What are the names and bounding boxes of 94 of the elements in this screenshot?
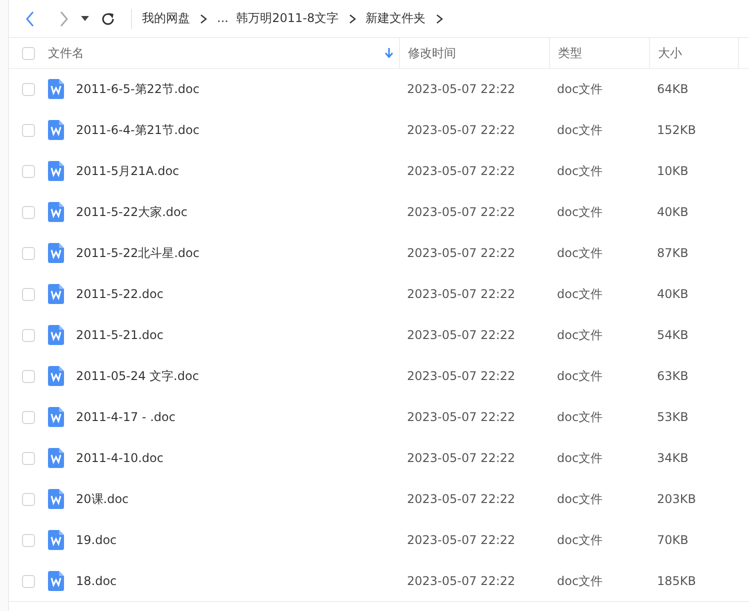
file-size: 203KB <box>657 492 696 506</box>
file-type: doc文件 <box>557 408 603 426</box>
checkbox[interactable] <box>22 328 35 342</box>
word-document-icon <box>48 120 64 140</box>
checkbox[interactable] <box>22 370 35 382</box>
modified-time: 2023-05-07 22:22 <box>407 82 516 96</box>
word-document-icon <box>48 325 64 345</box>
column-header[interactable]: 大小 <box>658 44 682 62</box>
checkbox[interactable] <box>22 574 35 588</box>
word-document-icon <box>48 202 64 222</box>
file-type: doc文件 <box>557 122 603 138</box>
file-name[interactable]: 2011-5-22大家.doc <box>76 204 188 220</box>
word-document-icon <box>48 79 64 99</box>
column-header[interactable]: 类型 <box>558 44 582 62</box>
checkbox[interactable] <box>22 410 35 424</box>
checkbox[interactable] <box>22 82 35 96</box>
modified-time: 2023-05-07 22:22 <box>407 123 516 137</box>
checkbox[interactable] <box>22 124 35 136</box>
modified-time: 2023-05-07 22:22 <box>407 451 516 465</box>
word-document-icon <box>48 571 64 591</box>
modified-time: 2023-05-07 22:22 <box>407 328 516 342</box>
checkbox[interactable] <box>22 246 35 260</box>
file-name[interactable]: 20课.doc <box>76 490 129 508</box>
chevron-icon[interactable] <box>200 14 207 24</box>
word-document-icon <box>48 366 64 386</box>
forward-icon[interactable] <box>59 10 69 26</box>
file-type: doc文件 <box>557 326 603 344</box>
checkbox[interactable] <box>22 46 35 60</box>
file-name[interactable]: 18.doc <box>76 574 117 588</box>
file-size: 34KB <box>657 451 688 465</box>
file-name[interactable]: 2011-4-17 - .doc <box>76 410 176 424</box>
sort-down-icon[interactable] <box>385 48 393 58</box>
file-type: doc文件 <box>557 572 603 590</box>
back-icon[interactable] <box>25 10 35 26</box>
modified-time: 2023-05-07 22:22 <box>407 574 516 588</box>
word-document-icon <box>48 530 64 550</box>
file-name[interactable]: 2011-5月21A.doc <box>76 162 180 180</box>
file-name[interactable]: 2011-6-5-第22节.doc <box>76 80 200 98</box>
file-name[interactable]: 2011-5-22.doc <box>76 287 164 301</box>
modified-time: 2023-05-07 22:22 <box>407 369 516 383</box>
file-name[interactable]: 2011-05-24 文字.doc <box>76 368 199 384</box>
modified-time: 2023-05-07 22:22 <box>407 246 516 260</box>
file-type: doc文件 <box>557 244 603 262</box>
modified-time: 2023-05-07 22:22 <box>407 287 516 301</box>
breadcrumb-item[interactable]: 新建文件夹 <box>366 10 426 27</box>
checkbox[interactable] <box>22 288 35 300</box>
file-type: doc文件 <box>557 162 603 180</box>
file-type: doc文件 <box>557 532 603 548</box>
breadcrumb-item[interactable]: ... 韩万明2011-8文字 <box>217 10 339 27</box>
file-type: doc文件 <box>557 204 603 220</box>
word-document-icon <box>48 284 64 304</box>
word-document-icon <box>48 243 64 263</box>
checkbox[interactable] <box>22 206 35 218</box>
word-document-icon <box>48 407 64 427</box>
file-size: 40KB <box>657 287 688 301</box>
breadcrumb-item[interactable]: 我的网盘 <box>142 10 190 27</box>
word-document-icon <box>48 489 64 509</box>
file-name[interactable]: 2011-6-4-第21节.doc <box>76 122 200 138</box>
file-type: doc文件 <box>557 80 603 98</box>
refresh-icon[interactable] <box>101 12 115 26</box>
file-name[interactable]: 2011-5-21.doc <box>76 328 164 342</box>
dropdown-icon[interactable] <box>81 16 89 22</box>
chevron-icon[interactable] <box>436 14 443 24</box>
file-size: 152KB <box>657 123 696 137</box>
checkbox[interactable] <box>22 534 35 546</box>
file-size: 70KB <box>657 533 688 547</box>
file-size: 87KB <box>657 246 688 260</box>
file-name[interactable]: 19.doc <box>76 533 117 547</box>
modified-time: 2023-05-07 22:22 <box>407 164 516 178</box>
file-type: doc文件 <box>557 368 603 384</box>
file-type: doc文件 <box>557 286 603 302</box>
checkbox[interactable] <box>22 164 35 178</box>
file-size: 40KB <box>657 205 688 219</box>
modified-time: 2023-05-07 22:22 <box>407 492 516 506</box>
checkbox[interactable] <box>22 492 35 506</box>
word-document-icon <box>48 448 64 468</box>
chevron-icon[interactable] <box>348 14 356 24</box>
modified-time: 2023-05-07 22:22 <box>407 533 516 547</box>
file-type: doc文件 <box>557 450 603 466</box>
file-size: 185KB <box>657 574 696 588</box>
checkbox[interactable] <box>22 452 35 464</box>
file-type: doc文件 <box>557 490 603 508</box>
file-name[interactable]: 2011-4-10.doc <box>76 451 164 465</box>
file-size: 63KB <box>657 369 688 383</box>
column-header[interactable]: 修改时间 <box>408 44 456 62</box>
file-name[interactable]: 2011-5-22北斗星.doc <box>76 244 200 262</box>
modified-time: 2023-05-07 22:22 <box>407 410 516 424</box>
file-size: 53KB <box>657 410 688 424</box>
file-size: 64KB <box>657 82 688 96</box>
column-header[interactable]: 文件名 <box>48 44 84 62</box>
word-document-icon <box>48 161 64 181</box>
modified-time: 2023-05-07 22:22 <box>407 205 516 219</box>
file-size: 10KB <box>657 164 688 178</box>
file-size: 54KB <box>657 328 688 342</box>
